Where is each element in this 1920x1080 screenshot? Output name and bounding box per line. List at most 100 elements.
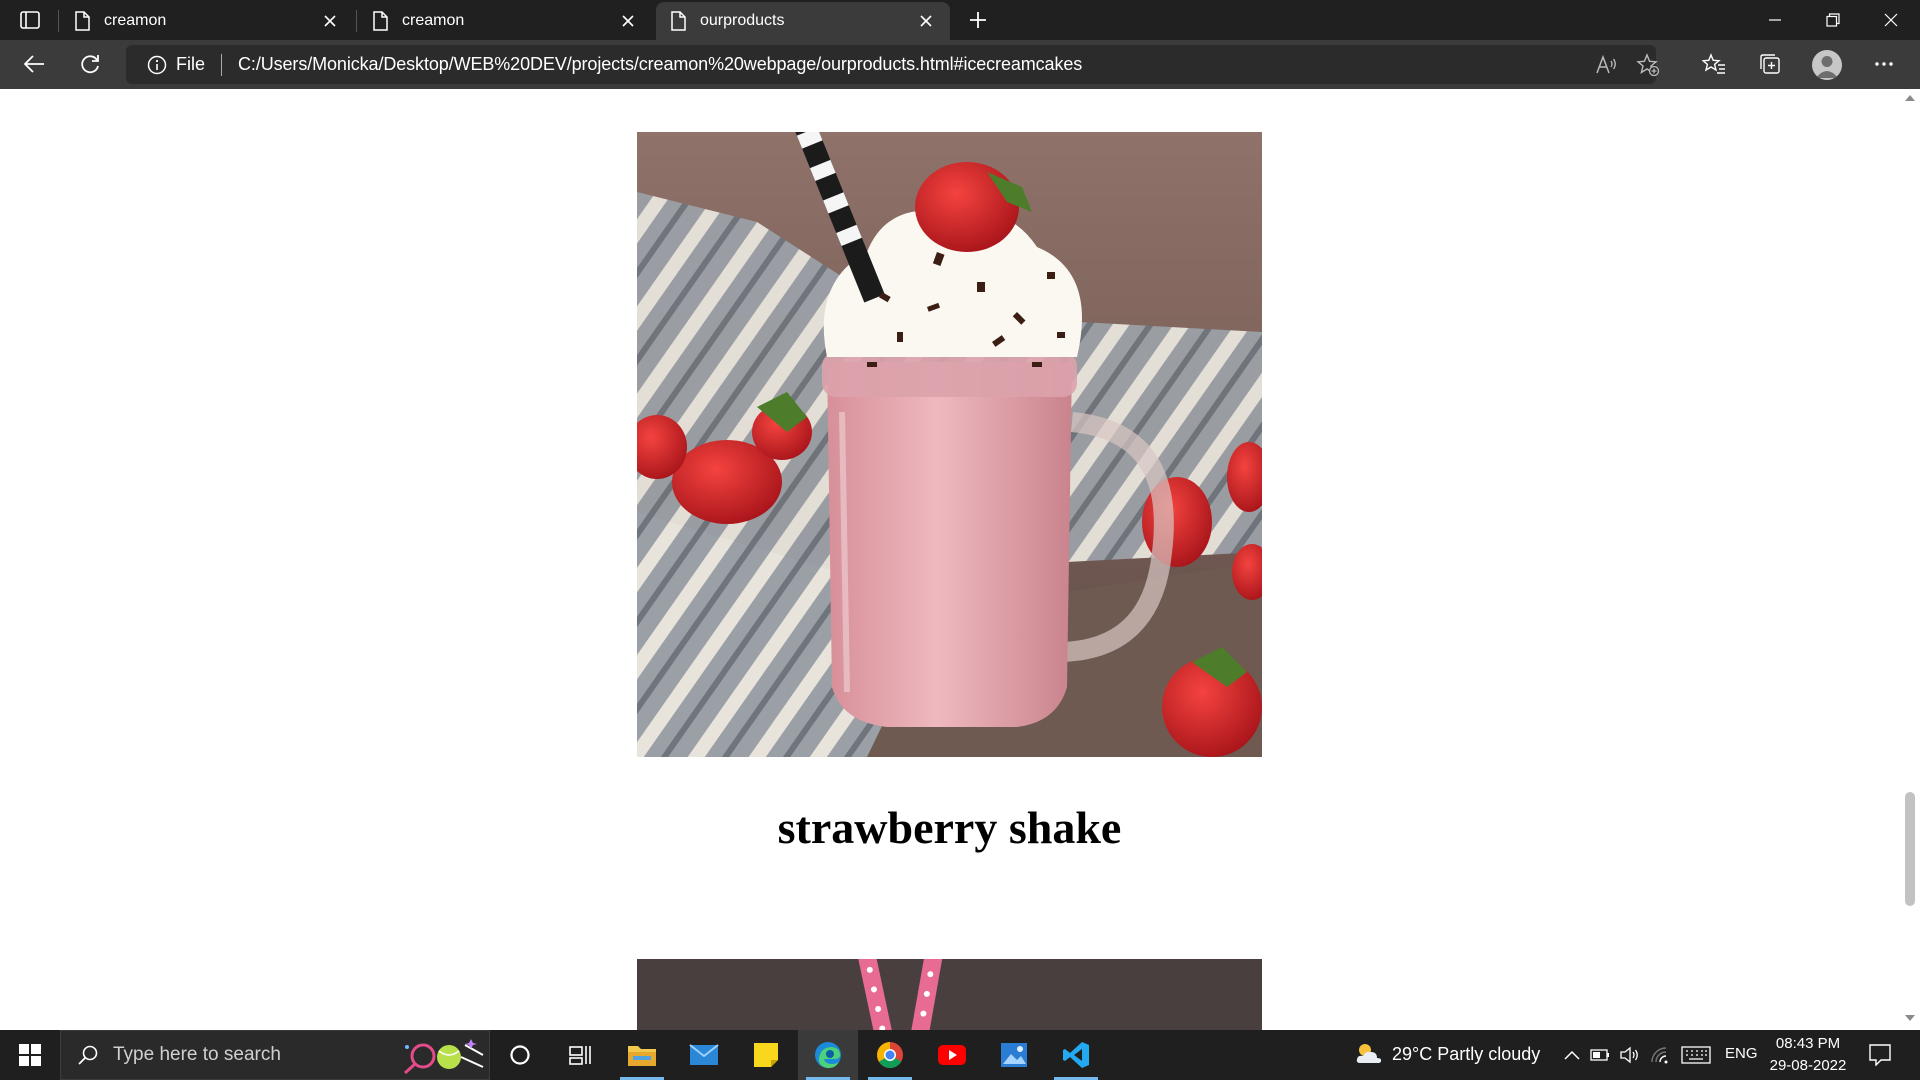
close-icon [324,15,336,27]
wifi-icon [1651,1047,1668,1064]
tab-title: ourproducts [700,12,785,29]
product-title: strawberry shake [777,802,1122,853]
site-scheme-label: File [176,54,206,74]
taskbar-search-box[interactable]: Type here to search [60,1030,490,1080]
cortana-button[interactable] [490,1030,550,1080]
show-hidden-icons-button[interactable] [1562,1045,1582,1065]
close-tab-button[interactable] [320,11,340,31]
back-button[interactable] [14,46,54,82]
weather-widget-icon[interactable] [1354,1041,1384,1067]
close-icon [1884,13,1898,27]
collections-icon [1760,54,1780,74]
search-placeholder: Type here to search [113,1044,281,1065]
search-highlight-illustration-icon [403,1039,484,1075]
input-language[interactable]: ENG [1725,1045,1758,1062]
cortana-circle-icon [510,1045,530,1065]
keyboard-icon [1681,1046,1711,1064]
tab-actions-menu-button[interactable] [12,6,48,34]
read-aloud-icon [1596,55,1616,74]
vertical-scrollbar[interactable] [1900,89,1920,1030]
screen: creamon creamon ourproducts File C:/User… [0,0,1920,1080]
scrollbar-thumb[interactable] [1905,792,1915,906]
refresh-button[interactable] [70,46,110,82]
info-icon[interactable] [146,54,168,76]
restore-button[interactable] [1804,0,1862,40]
tab-ourproducts[interactable]: ourproducts [656,2,950,40]
page-icon [373,11,388,31]
browser-toolbar: File C:/Users/Monicka/Desktop/WEB%20DEV/… [0,40,1920,89]
browser-tab-strip: creamon creamon ourproducts [0,0,1920,40]
close-tab-button[interactable] [916,11,936,31]
tab-separator [58,10,59,32]
tab-title: creamon [402,12,465,29]
clock-date: 29-08-2022 [1769,1057,1847,1074]
vscode-taskbar-button[interactable] [1046,1030,1106,1080]
folder-icon [628,1046,656,1066]
clock-time: 08:43 PM [1775,1035,1841,1052]
plus-icon [970,12,986,28]
settings-more-button[interactable] [1864,46,1904,82]
mail-taskbar-button[interactable] [674,1030,734,1080]
refresh-icon [81,55,99,74]
task-view-icon [569,1046,591,1065]
chrome-taskbar-button[interactable] [860,1030,920,1080]
battery-icon [1590,1049,1609,1061]
file-explorer-taskbar-button[interactable] [612,1030,672,1080]
edge-taskbar-button[interactable] [798,1030,858,1080]
page-icon [75,11,90,31]
windows-taskbar: Type here to search 29°C Partly cloudy E… [0,1030,1920,1080]
close-window-button[interactable] [1862,0,1920,40]
restore-icon [1826,13,1840,27]
triangle-up-icon [1905,95,1915,101]
address-separator [221,53,223,76]
touch-keyboard-button[interactable] [1680,1045,1712,1065]
tab-separator [356,10,357,32]
minimize-icon [1769,19,1781,21]
page-viewport: strawberry shake [0,89,1900,1030]
close-icon [920,15,932,27]
network-button[interactable] [1650,1045,1670,1065]
favorites-button[interactable] [1694,46,1734,82]
youtube-icon [938,1045,966,1065]
task-view-button[interactable] [550,1030,610,1080]
profile-icon [1816,56,1838,78]
favorites-icon [1702,53,1725,74]
youtube-taskbar-button[interactable] [922,1030,982,1080]
weather-text[interactable]: 29°C Partly cloudy [1392,1044,1540,1065]
start-button[interactable] [0,1030,60,1080]
add-favorite-button[interactable] [1636,53,1660,77]
tab-title: creamon [104,12,167,29]
taskbar-clock[interactable]: 08:43 PM 29-08-2022 [1766,1033,1850,1077]
address-bar[interactable]: File C:/Users/Monicka/Desktop/WEB%20DEV/… [126,45,1660,84]
close-tab-button[interactable] [618,11,638,31]
tab-creamon-1[interactable]: creamon [60,2,354,40]
mail-icon [689,1044,719,1065]
vscode-icon [1063,1042,1089,1068]
collections-button[interactable] [1750,46,1790,82]
scroll-up-button[interactable] [1900,91,1920,105]
tab-creamon-2[interactable]: creamon [358,2,652,40]
profile-avatar-button[interactable] [1812,50,1842,80]
minimize-button[interactable] [1746,0,1804,40]
new-tab-button[interactable] [962,4,994,36]
close-icon [622,15,634,27]
chrome-browser-icon [877,1042,903,1068]
tab-actions-icon [20,11,40,29]
photos-taskbar-button[interactable] [984,1030,1044,1080]
battery-button[interactable] [1590,1045,1610,1065]
next-product-image [637,959,1262,1030]
url-text[interactable]: C:/Users/Monicka/Desktop/WEB%20DEV/proje… [238,54,1082,75]
read-aloud-button[interactable] [1594,53,1618,77]
action-center-icon [1869,1044,1891,1066]
chevron-up-icon [1564,1050,1580,1060]
edge-browser-icon [815,1042,841,1069]
volume-button[interactable] [1620,1045,1640,1065]
speaker-icon [1620,1046,1638,1064]
notifications-button[interactable] [1868,1043,1892,1067]
more-horizontal-icon [1875,62,1893,66]
sticky-notes-taskbar-button[interactable] [736,1030,796,1080]
triangle-down-icon [1905,1015,1915,1021]
search-icon [78,1045,98,1065]
arrow-left-icon [23,55,44,73]
scroll-down-button[interactable] [1900,1011,1920,1025]
